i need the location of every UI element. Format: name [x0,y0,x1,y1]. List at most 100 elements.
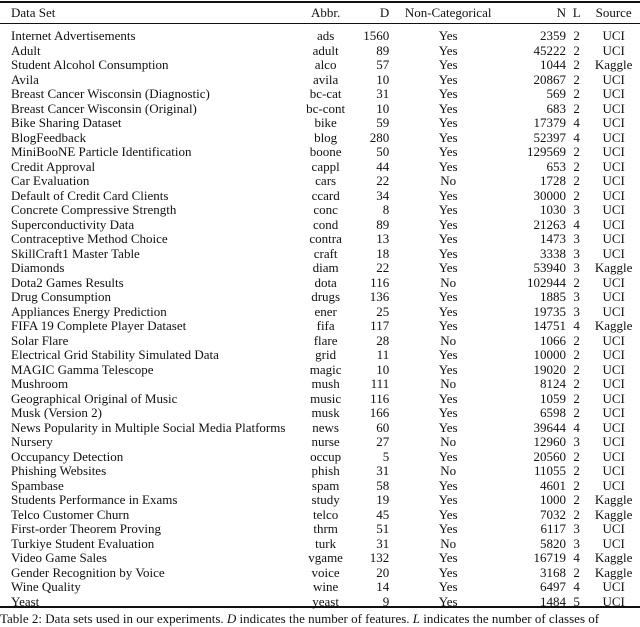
cell-source: UCI [602,521,625,536]
cell-non-categorical: Yes [438,347,458,362]
cell-data-set: Musk (Version 2) [11,405,102,420]
cell-non-categorical: Yes [438,144,458,159]
cell-d: 28 [376,332,390,348]
cell-data-set: Turkiye Student Evaluation [11,535,155,551]
cell-non-categorical: Yes [438,318,458,333]
cell-l: 2 [573,390,580,406]
cell-n: 102944 [527,274,567,290]
cell-source: UCI [602,158,625,174]
cell-n: 1044 [540,57,567,72]
cell-data-set: Video Game Sales [11,550,107,565]
cell-data-set: Occupancy Detection [11,448,124,464]
cell-n: 12960 [533,434,567,449]
table-row: Nursery nurse 27 No 12960 3 UCI [0,434,640,450]
cell-n: 11055 [534,463,567,478]
cell-d: 136 [369,289,390,304]
cell-data-set: First-order Theorem Proving [11,521,161,536]
table-row: Mushroom mush 111 No 8124 2 UCI [0,376,640,392]
cell-abbr: avila [313,71,339,87]
cell-l: 3 [573,260,580,275]
cell-n: 6117 [540,521,567,536]
table-top-rule [0,1,640,3]
cell-non-categorical: Yes [438,86,458,101]
cell-data-set: Yeast [11,593,40,609]
cell-d: 116 [370,274,390,290]
cell-source: UCI [602,448,625,464]
cell-d: 132 [369,550,390,565]
cell-data-set: Car Evaluation [11,173,90,188]
cell-source: UCI [602,347,625,362]
cell-l: 4 [573,129,580,145]
cell-data-set: Credit Approval [11,158,96,174]
cell-data-set: Bike Sharing Dataset [11,115,122,130]
cell-source: UCI [602,216,625,232]
cell-l: 2 [573,361,580,377]
cell-non-categorical: Yes [438,216,458,232]
table-row: Wine Quality wine 14 Yes 6497 4 UCI [0,579,640,595]
cell-n: 1030 [540,202,567,217]
cell-d: 31 [376,86,390,101]
cell-d: 25 [376,303,390,319]
cell-abbr: diam [312,260,339,275]
cell-d: 19 [376,492,390,507]
table-row: Concrete Compressive Strength conc 8 Yes 103… [0,202,640,218]
cell-l: 2 [573,86,580,101]
cell-abbr: music [310,390,342,406]
cell-non-categorical: Yes [438,361,458,377]
table-row: Gender Recognition by Voice voice 20 Yes 316… [0,564,640,581]
cell-n: 21263 [533,216,567,232]
cell-d: 10 [376,71,390,87]
cell-l: 2 [573,448,580,464]
table-row: Drug Consumption drugs 136 Yes 1885 3 UCI [0,289,640,305]
cell-abbr: telco [313,506,339,522]
cell-l: 2 [573,71,580,87]
cell-n: 4601 [540,477,567,493]
cell-non-categorical: Yes [438,593,458,609]
cell-abbr: vgame [308,550,343,565]
cell-non-categorical: Yes [438,100,458,116]
cell-n: 20560 [533,448,567,464]
cell-d: 14 [376,579,390,594]
cell-non-categorical: Yes [438,448,458,464]
cell-d: 60 [376,419,390,435]
table-row: Dota2 Games Results dota 116 No 102944 2 UCI [0,274,640,291]
cell-n: 45222 [533,42,567,58]
cell-d: 11 [376,347,390,362]
cell-data-set: Students Performance in Exams [11,492,178,507]
cell-d: 57 [376,57,390,72]
cell-non-categorical: Yes [438,71,458,87]
cell-d: 50 [376,144,390,159]
cell-d: 1560 [363,28,390,43]
cell-abbr: magic [309,361,342,377]
cell-n: 683 [546,100,567,116]
cell-l: 2 [573,57,580,72]
cell-non-categorical: Yes [438,129,458,145]
cell-d: 31 [376,535,390,551]
table-row: Contraceptive Method Choice contra 13 Yes 14… [0,231,640,247]
cell-non-categorical: Yes [438,564,458,580]
cell-n: 3338 [540,245,567,261]
cell-n: 53940 [533,260,567,275]
cell-abbr: wine [312,579,339,594]
cell-source: UCI [602,593,625,609]
cell-d: 44 [376,158,390,174]
cell-source: UCI [602,42,625,58]
cell-l: 2 [573,463,580,478]
table-row: MiniBooNE Particle Identification boone 50… [0,144,640,160]
cell-source: UCI [602,477,625,493]
cell-l: 4 [573,216,580,232]
header-l: L [572,4,581,20]
cell-l: 4 [573,419,580,435]
cell-abbr: grid [315,347,337,362]
cell-n: 8124 [540,376,567,391]
cell-abbr: ener [314,303,337,319]
cell-source: UCI [602,115,625,130]
cell-abbr: bc-cat [309,86,342,101]
cell-d: 117 [370,318,390,333]
cell-d: 22 [376,173,390,188]
table-header-row: Data Set Abbr. D Non-Categorical N L Sou… [0,4,640,22]
cell-data-set: Telco Customer Churn [11,506,130,522]
table-row: News Popularity in Multiple Social Media… [0,419,640,436]
cell-l: 4 [573,579,580,594]
header-source: Source [595,4,632,20]
